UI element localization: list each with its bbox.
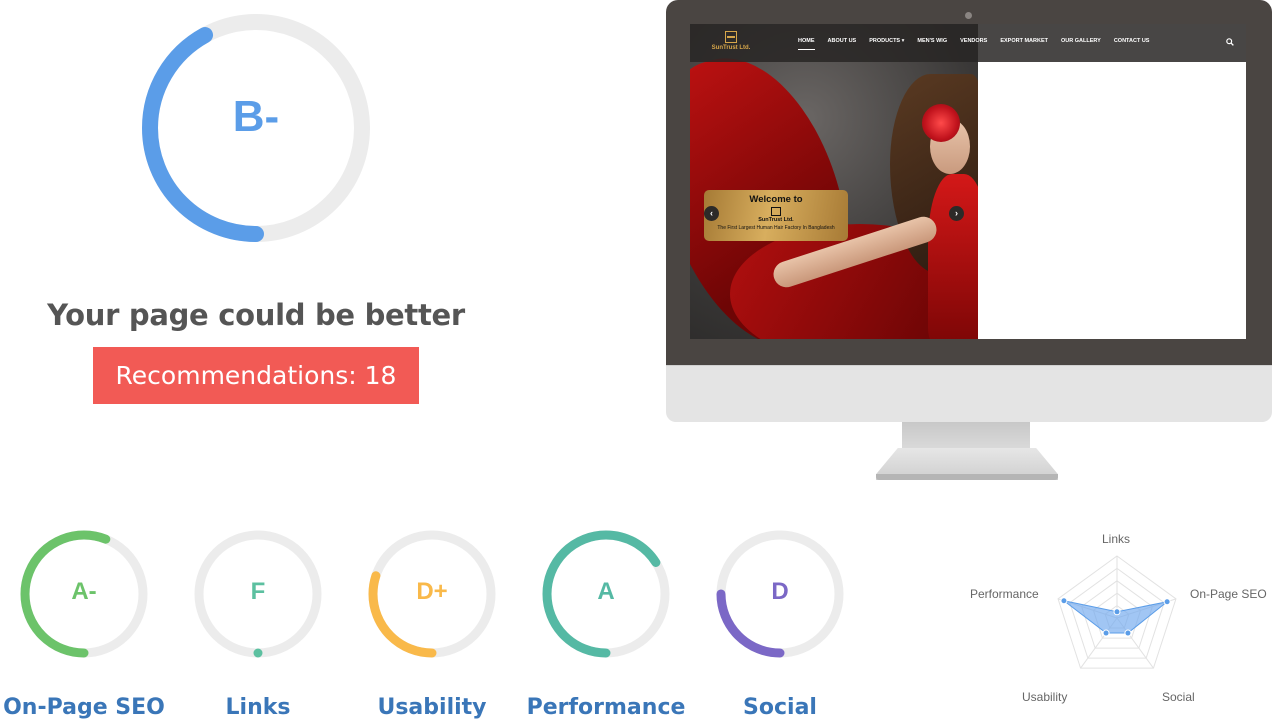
nav-about[interactable]: ABOUT US — [828, 38, 857, 50]
nav-gallery[interactable]: OUR GALLERY — [1061, 38, 1101, 50]
stand-base-edge — [876, 474, 1058, 480]
usability-label[interactable]: Usability — [342, 695, 522, 720]
nav-mens-wig[interactable]: MEN'S WIG — [917, 38, 947, 50]
radar-axis-links: Links — [1102, 532, 1131, 546]
site-navbar: SunTrust Ltd. HOME ABOUT US PRODUCTS ▾ M… — [690, 24, 1246, 62]
slide-logo-icon — [771, 207, 781, 216]
radar-point[interactable] — [1102, 629, 1110, 637]
radar-axis-onpage-seo: On-Page SEO — [1190, 587, 1267, 601]
radar-point[interactable] — [1060, 597, 1068, 605]
nav-home[interactable]: HOME — [798, 38, 815, 50]
onpage-seo-grade: A- — [71, 578, 97, 605]
slide-brand: SunTrust Ltd. — [758, 217, 794, 223]
performance-label[interactable]: Performance — [516, 695, 696, 720]
links-grade: F — [250, 578, 266, 605]
radar-axis-social: Social — [1162, 690, 1195, 704]
links-label[interactable]: Links — [168, 695, 348, 720]
radar-axis-usability: Usability — [1022, 690, 1068, 704]
slide-tagline: The First Largest Human Hair Factory In … — [717, 225, 835, 231]
radar-point[interactable] — [1163, 598, 1171, 606]
site-menu: HOME ABOUT US PRODUCTS ▾ MEN'S WIG VENDO… — [798, 38, 1149, 50]
site-logo: SunTrust Ltd. — [706, 31, 756, 57]
nav-products[interactable]: PRODUCTS ▾ — [869, 38, 904, 50]
radar-point[interactable] — [1124, 629, 1132, 637]
radar-axis-performance: Performance — [970, 587, 1039, 601]
social-grade: D — [771, 578, 789, 605]
radar-plot — [1057, 555, 1177, 669]
website-preview-monitor: SunTrust Ltd. HOME ABOUT US PRODUCTS ▾ M… — [666, 0, 1272, 480]
monitor-stand — [902, 422, 1030, 452]
nav-vendors[interactable]: VENDORS — [960, 38, 987, 50]
monitor-chin — [666, 365, 1272, 422]
chevron-right-icon[interactable]: › — [949, 206, 964, 221]
website-screenshot: SunTrust Ltd. HOME ABOUT US PRODUCTS ▾ M… — [690, 24, 1246, 339]
overall-grade: B- — [232, 92, 280, 141]
page-status-headline: Your page could be better — [47, 298, 465, 332]
nav-contact[interactable]: CONTACT US — [1114, 38, 1150, 50]
radar-area — [1063, 600, 1168, 634]
site-brand: SunTrust Ltd. — [711, 45, 751, 51]
search-icon[interactable] — [1226, 38, 1234, 46]
welcome-slide-card: Welcome to SunTrust Ltd. The First Large… — [704, 190, 848, 241]
hero-image — [690, 24, 978, 339]
radar-point[interactable] — [1113, 608, 1121, 616]
nav-export[interactable]: EXPORT MARKET — [1000, 38, 1048, 50]
monitor-bezel: SunTrust Ltd. HOME ABOUT US PRODUCTS ▾ M… — [666, 0, 1272, 365]
usability-grade: D+ — [416, 578, 448, 605]
slide-heading: Welcome to — [749, 194, 803, 205]
camera-dot — [965, 12, 972, 19]
chevron-left-icon[interactable]: ‹ — [704, 206, 719, 221]
social-label[interactable]: Social — [690, 695, 870, 720]
performance-grade: A — [597, 578, 615, 605]
onpage-seo-label[interactable]: On-Page SEO — [0, 695, 174, 720]
logo-mark-icon — [725, 31, 737, 43]
recommendations-badge[interactable]: Recommendations: 18 — [93, 347, 419, 404]
category-radar-chart: Links On-Page SEO Social Usability Perfo… — [962, 520, 1282, 723]
